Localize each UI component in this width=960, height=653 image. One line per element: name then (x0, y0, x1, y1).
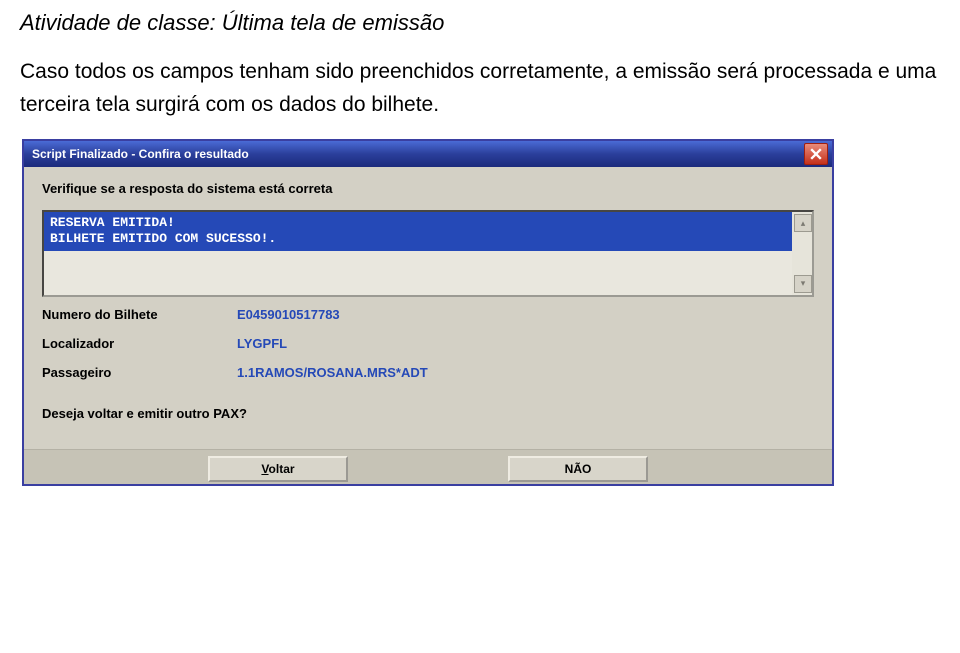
result-text-area: RESERVA EMITIDA! BILHETE EMITIDO COM SUC… (44, 212, 792, 295)
ticket-number-label: Numero do Bilhete (42, 307, 237, 322)
passenger-value: 1.1RAMOS/ROSANA.MRS*ADT (237, 365, 428, 380)
passenger-label: Passageiro (42, 365, 237, 380)
page-title: Atividade de classe: Última tela de emis… (20, 10, 940, 36)
window-content: Verifique se a resposta do sistema está … (24, 167, 832, 449)
scroll-down-button[interactable]: ▾ (794, 275, 812, 293)
no-button[interactable]: NÃO (508, 456, 648, 482)
ticket-number-value: E0459010517783 (237, 307, 340, 322)
ticket-number-row: Numero do Bilhete E0459010517783 (42, 307, 814, 322)
locator-row: Localizador LYGPFL (42, 336, 814, 351)
scroll-up-button[interactable]: ▴ (794, 214, 812, 232)
result-line-2: BILHETE EMITIDO COM SUCESSO!. (50, 231, 788, 247)
page-description: Caso todos os campos tenham sido preench… (20, 56, 940, 121)
verify-label: Verifique se a resposta do sistema está … (42, 181, 814, 196)
close-icon (810, 148, 822, 160)
scrollbar[interactable]: ▴ ▾ (792, 212, 812, 295)
close-button[interactable] (804, 143, 828, 165)
window-titlebar: Script Finalizado - Confira o resultado (24, 141, 832, 167)
result-box: RESERVA EMITIDA! BILHETE EMITIDO COM SUC… (42, 210, 814, 297)
button-bar: Voltar NÃO (24, 449, 832, 484)
chevron-up-icon: ▴ (801, 218, 806, 229)
passenger-row: Passageiro 1.1RAMOS/ROSANA.MRS*ADT (42, 365, 814, 380)
locator-value: LYGPFL (237, 336, 287, 351)
result-blank-area (44, 251, 792, 295)
back-button[interactable]: Voltar (208, 456, 348, 482)
back-button-hotkey: V (261, 462, 268, 476)
result-highlight: RESERVA EMITIDA! BILHETE EMITIDO COM SUC… (44, 212, 792, 251)
back-button-rest: oltar (269, 462, 295, 476)
locator-label: Localizador (42, 336, 237, 351)
chevron-down-icon: ▾ (801, 278, 806, 289)
result-line-1: RESERVA EMITIDA! (50, 215, 788, 231)
window-title: Script Finalizado - Confira o resultado (32, 147, 249, 161)
question-label: Deseja voltar e emitir outro PAX? (42, 406, 814, 421)
result-window: Script Finalizado - Confira o resultado … (22, 139, 834, 486)
